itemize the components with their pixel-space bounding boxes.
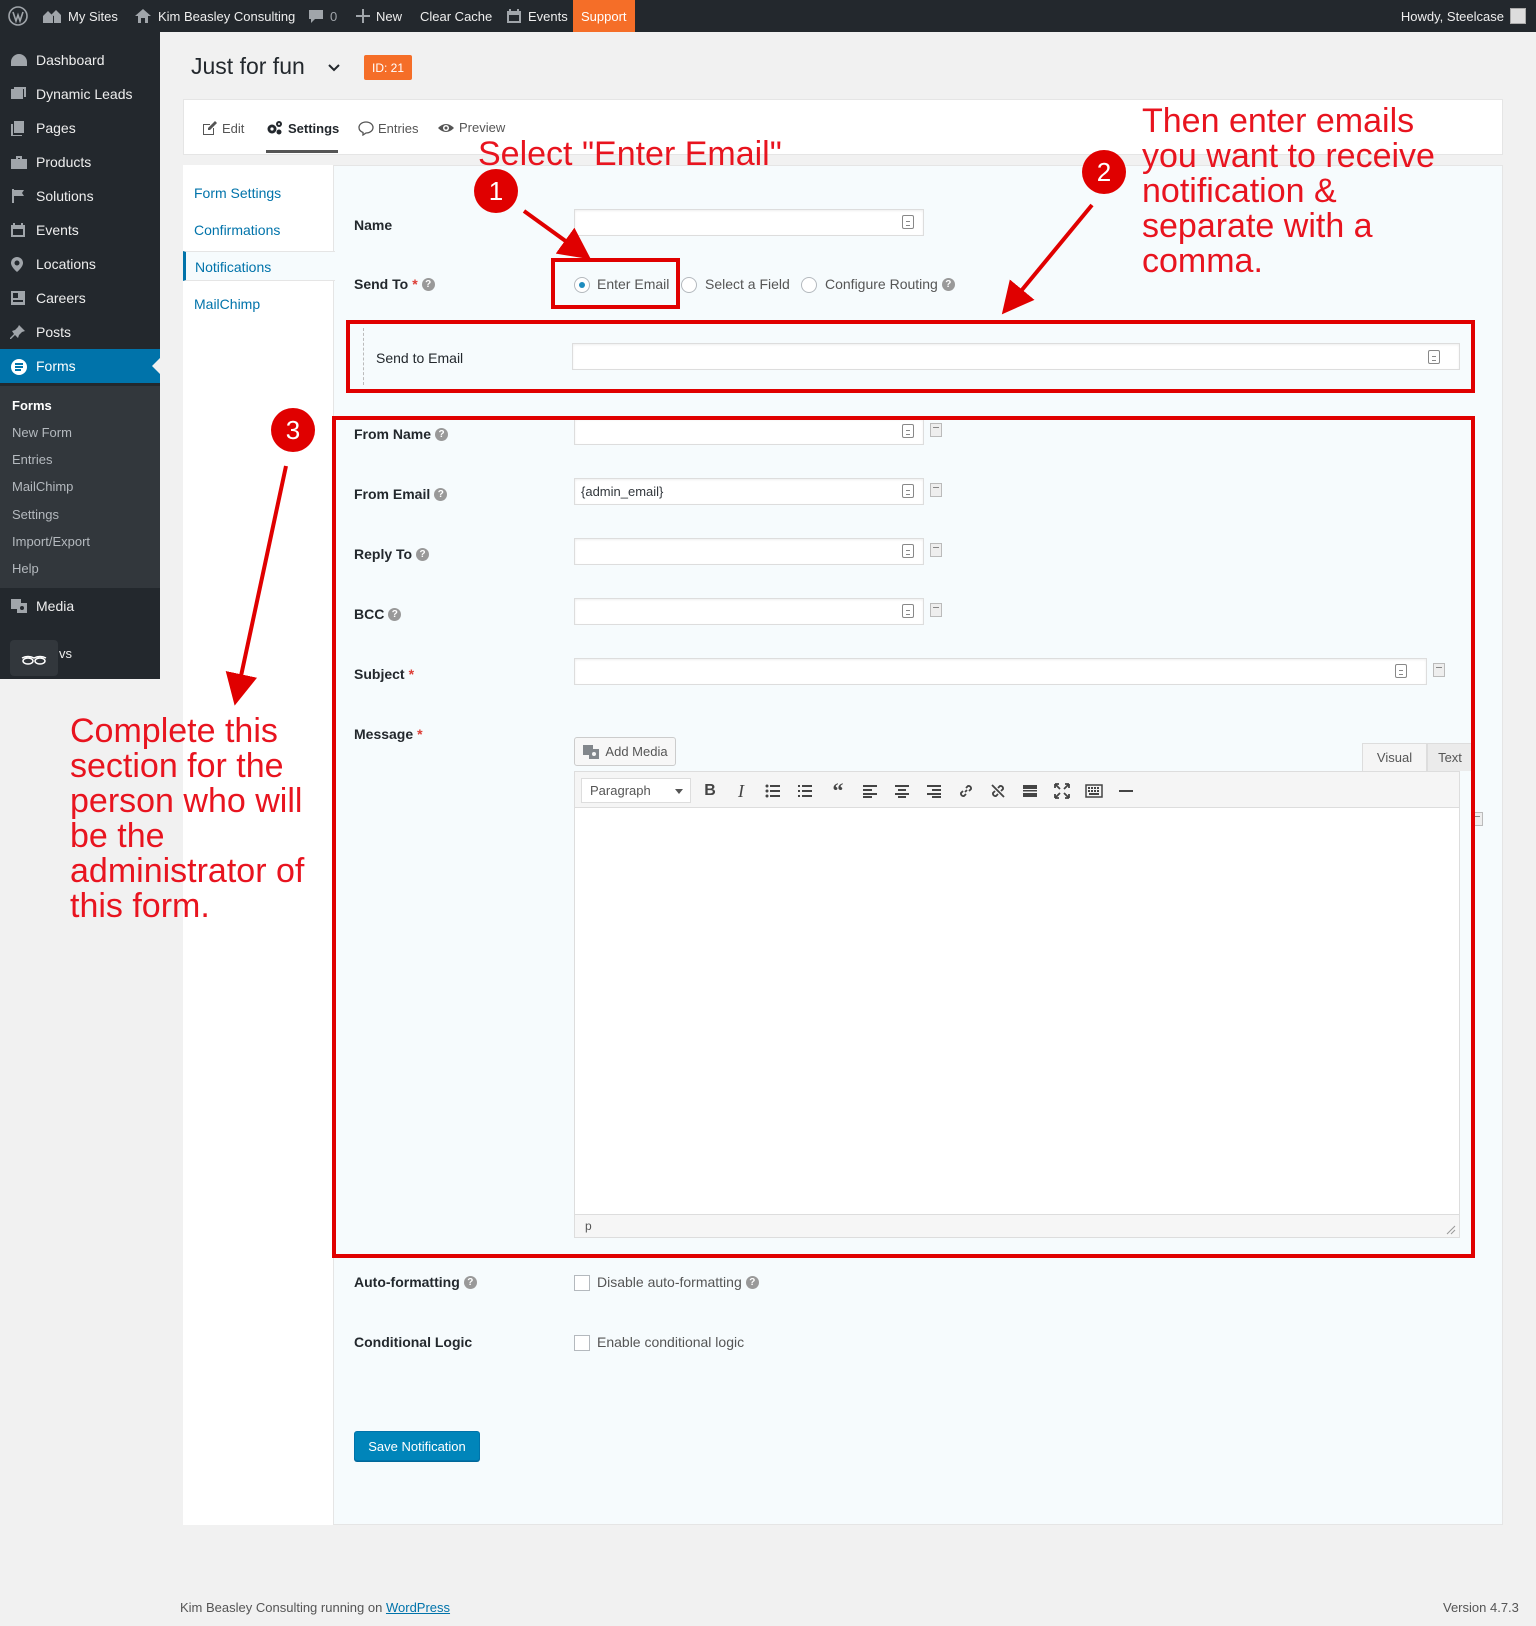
note-line: Then enter emails [1142,102,1415,140]
note-line: separate with a [1142,207,1373,245]
select-enter-email-note: Select "Enter Email" [478,135,782,173]
note-line: person who will [70,782,303,820]
note-line: Complete this [70,712,278,750]
note-line: comma. [1142,242,1263,280]
arrow-3 [225,465,288,706]
step-marker-2: 2 [1082,150,1126,194]
complete-section-note: Complete this section for the person who… [70,714,304,924]
note-line: notification & [1142,172,1337,210]
arrow-1 [522,209,591,260]
note-line: administrator of [70,852,305,890]
step-marker-3: 3 [271,408,315,452]
note-line: this form. [70,887,210,925]
arrow-2 [1001,203,1094,315]
note-line: section for the [70,747,284,785]
enter-emails-note: Then enter emails you want to receive no… [1142,104,1435,279]
step-marker-1: 1 [474,169,518,213]
note-line: be the [70,817,165,855]
note-line: you want to receive [1142,137,1435,175]
